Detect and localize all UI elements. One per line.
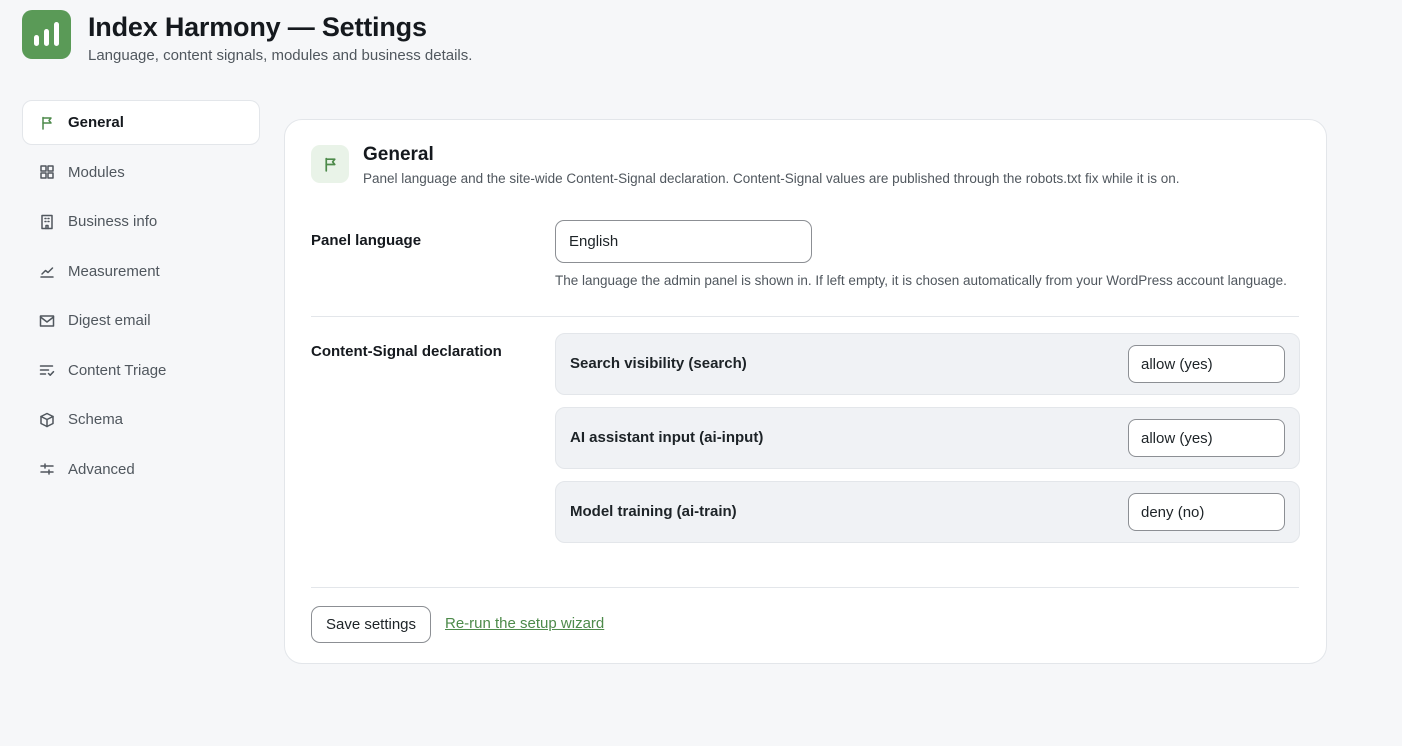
signal-row-search: Search visibility (search) allow (yes) [555, 333, 1300, 395]
panel-language-input[interactable]: English [555, 220, 812, 263]
divider [311, 587, 1299, 588]
signal-select-value: allow (yes) [1141, 429, 1213, 447]
signal-select-value: deny (no) [1141, 503, 1205, 521]
sidebar: General Modules Business info Measuremen… [22, 100, 260, 496]
settings-panel: General Panel language and the site-wide… [284, 119, 1327, 664]
panel-header: General Panel language and the site-wide… [311, 145, 1180, 186]
sidebar-item-general[interactable]: General [22, 100, 260, 145]
page-subtitle: Language, content signals, modules and b… [88, 47, 473, 64]
app-header: Index Harmony — Settings Language, conte… [22, 10, 472, 64]
signal-label: AI assistant input (ai-input) [570, 429, 764, 446]
content-signal-label: Content-Signal declaration [311, 343, 502, 360]
signal-label: Search visibility (search) [570, 355, 747, 372]
save-settings-button[interactable]: Save settings [311, 606, 431, 643]
sidebar-item-label: Advanced [68, 460, 135, 478]
line-chart-icon [39, 263, 55, 279]
sidebar-item-schema[interactable]: Schema [22, 397, 260, 442]
signal-row-ai-input: AI assistant input (ai-input) allow (yes… [555, 407, 1300, 469]
sidebar-item-content-triage[interactable]: Content Triage [22, 348, 260, 393]
signal-label: Model training (ai-train) [570, 503, 737, 520]
cube-icon [39, 412, 55, 428]
panel-language-value: English [569, 233, 619, 250]
sidebar-item-label: Modules [68, 163, 125, 181]
flag-icon [39, 115, 55, 131]
panel-language-label: Panel language [311, 232, 422, 249]
sidebar-item-business-info[interactable]: Business info [22, 199, 260, 244]
panel-language-help: The language the admin panel is shown in… [555, 273, 1287, 288]
mail-icon [39, 313, 55, 329]
sidebar-item-label: Digest email [68, 312, 151, 329]
panel-description: Panel language and the site-wide Content… [363, 171, 1180, 186]
divider [311, 316, 1299, 317]
signal-select-ai-train[interactable]: deny (no) [1128, 493, 1285, 531]
building-icon [39, 214, 55, 230]
sidebar-item-digest-email[interactable]: Digest email [22, 298, 260, 343]
sidebar-item-measurement[interactable]: Measurement [22, 249, 260, 294]
signal-select-value: allow (yes) [1141, 355, 1213, 373]
sidebar-item-label: General [68, 114, 124, 131]
sidebar-item-label: Measurement [68, 262, 160, 280]
flag-icon [311, 145, 349, 183]
sliders-icon [39, 461, 55, 477]
sidebar-item-advanced[interactable]: Advanced [22, 447, 260, 492]
list-check-icon [39, 362, 55, 378]
signal-select-ai-input[interactable]: allow (yes) [1128, 419, 1285, 457]
bar-chart-icon [22, 10, 71, 59]
panel-title: General [363, 144, 434, 165]
signal-row-ai-train: Model training (ai-train) deny (no) [555, 481, 1300, 543]
grid-icon [39, 164, 55, 180]
sidebar-item-label: Content Triage [68, 361, 167, 379]
signal-select-search[interactable]: allow (yes) [1128, 345, 1285, 383]
page-title: Index Harmony — Settings [88, 12, 427, 42]
sidebar-item-label: Business info [68, 213, 158, 230]
sidebar-item-modules[interactable]: Modules [22, 150, 260, 195]
rerun-wizard-link[interactable]: Re-run the setup wizard [445, 615, 604, 632]
sidebar-item-label: Schema [68, 411, 124, 428]
